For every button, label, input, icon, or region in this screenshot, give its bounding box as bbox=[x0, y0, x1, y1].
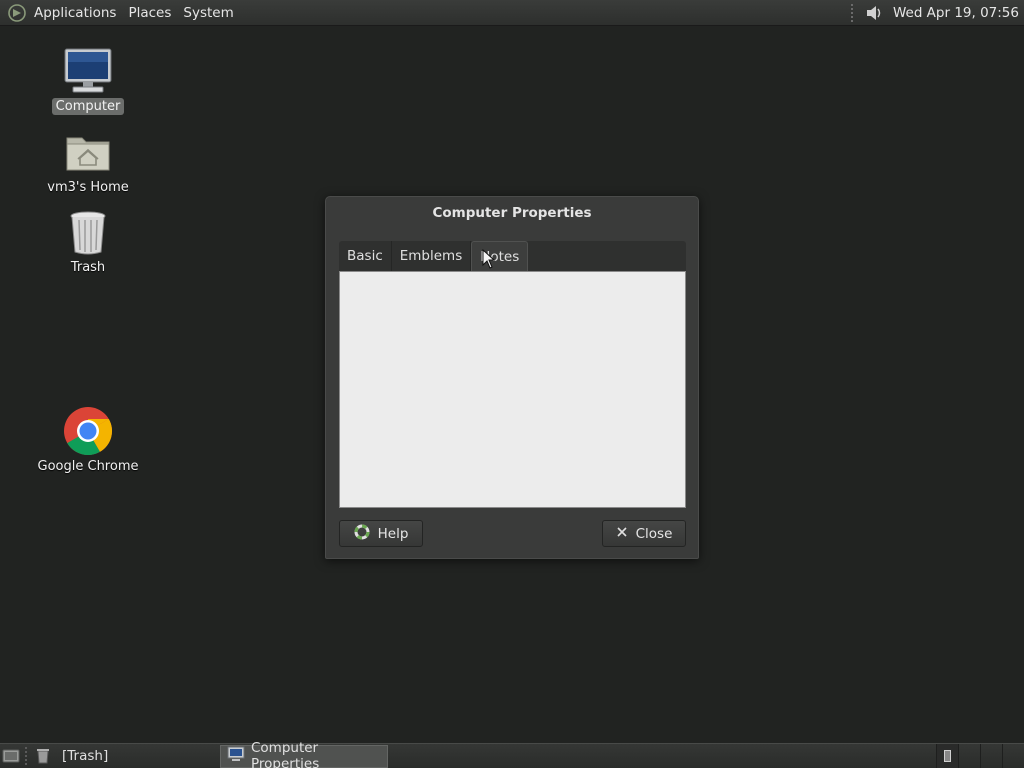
close-label: Close bbox=[635, 525, 673, 542]
help-button[interactable]: Help bbox=[339, 520, 423, 547]
bottom-panel: [Trash] Computer Properties bbox=[0, 740, 1024, 768]
clock[interactable]: Wed Apr 19, 07:56 bbox=[893, 5, 1019, 21]
computer-icon bbox=[62, 45, 114, 97]
trash-icon bbox=[62, 206, 114, 258]
places-menu[interactable]: Places bbox=[122, 5, 177, 21]
desktop-icon-chrome[interactable]: Google Chrome bbox=[33, 405, 143, 475]
notes-text-area[interactable] bbox=[339, 271, 686, 508]
taskbar-item-trash[interactable]: [Trash] bbox=[56, 745, 220, 768]
top-panel-tray: Wed Apr 19, 07:56 bbox=[850, 0, 1024, 26]
close-button[interactable]: Close bbox=[602, 520, 686, 547]
panel-separator bbox=[25, 747, 29, 765]
help-label: Help bbox=[377, 525, 409, 542]
mouse-cursor-icon bbox=[482, 249, 496, 269]
desktop-icon-label: Google Chrome bbox=[37, 459, 139, 474]
workspace-4[interactable] bbox=[1002, 744, 1024, 768]
taskbar-label: Computer Properties bbox=[251, 740, 320, 768]
desktop-icon-computer[interactable]: Computer bbox=[33, 45, 143, 115]
workspace-2[interactable] bbox=[958, 744, 980, 768]
desktop-icon-label: Computer bbox=[51, 98, 125, 115]
desktop-icon-label: Trash bbox=[70, 260, 106, 275]
system-menu[interactable]: System bbox=[177, 5, 239, 21]
taskbar-label: [Trash] bbox=[62, 748, 109, 764]
window-preview-icon bbox=[944, 750, 951, 762]
tab-bar: Basic Emblems Notes bbox=[339, 241, 686, 271]
top-panel: Applications Places System Wed Apr 19, 0… bbox=[0, 0, 1024, 26]
chrome-icon bbox=[62, 405, 114, 457]
trash-applet-icon[interactable] bbox=[32, 745, 54, 767]
workspace-3[interactable] bbox=[980, 744, 1002, 768]
applications-menu[interactable]: Applications bbox=[28, 5, 122, 21]
desktop-icon-label: vm3's Home bbox=[47, 180, 129, 195]
volume-icon[interactable] bbox=[863, 2, 885, 24]
help-icon bbox=[354, 524, 370, 544]
show-desktop-icon[interactable] bbox=[0, 745, 22, 767]
tab-emblems[interactable]: Emblems bbox=[392, 241, 472, 271]
computer-properties-dialog: Computer Properties Basic Emblems Notes … bbox=[325, 196, 699, 559]
desktop-icon-home[interactable]: vm3's Home bbox=[33, 126, 143, 196]
workspace-switcher bbox=[936, 744, 1024, 768]
computer-icon bbox=[227, 746, 245, 766]
home-folder-icon bbox=[62, 126, 114, 178]
tab-basic[interactable]: Basic bbox=[339, 241, 392, 271]
workspace-1[interactable] bbox=[936, 744, 958, 768]
close-icon bbox=[616, 526, 628, 542]
desktop-icon-trash[interactable]: Trash bbox=[33, 206, 143, 276]
tab-notes[interactable]: Notes bbox=[471, 241, 529, 271]
dialog-title[interactable]: Computer Properties bbox=[326, 197, 698, 231]
panel-separator bbox=[850, 4, 855, 22]
taskbar-item-computer-properties[interactable]: Computer Properties bbox=[220, 740, 388, 768]
menu-logo-icon[interactable] bbox=[6, 2, 28, 24]
